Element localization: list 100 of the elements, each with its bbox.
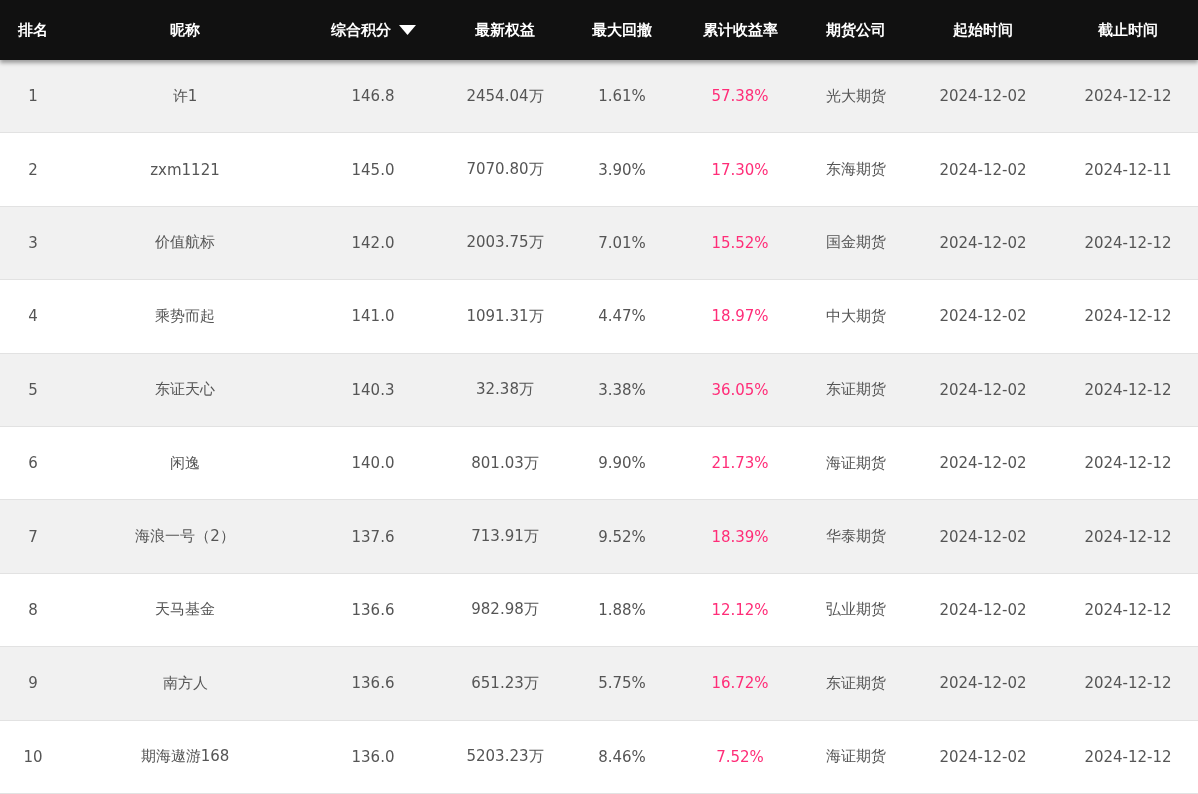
- end-date-cell: 2024-12-12: [1084, 380, 1172, 399]
- column-header[interactable]: 最新权益: [475, 20, 535, 40]
- end-date-cell: 2024-12-12: [1084, 454, 1172, 473]
- company-cell: 东海期货: [826, 160, 886, 180]
- end-date-cell: 2024-12-12: [1084, 307, 1172, 326]
- column-header[interactable]: 综合积分: [330, 20, 391, 40]
- rank-cell: 2: [28, 160, 38, 179]
- start-date-cell: 2024-12-02: [939, 454, 1027, 473]
- drawdown-cell: 8.46%: [598, 747, 646, 766]
- company-cell: 东证期货: [826, 673, 886, 693]
- end-date-cell: 2024-12-12: [1084, 747, 1172, 766]
- return-cell: 36.05%: [711, 380, 769, 399]
- drawdown-cell: 1.88%: [598, 600, 646, 619]
- rank-cell: 5: [28, 380, 38, 399]
- column-header[interactable]: 排名: [18, 20, 48, 40]
- equity-cell: 7070.80万: [466, 160, 544, 180]
- nickname-cell: 东证天心: [155, 380, 215, 400]
- start-date-cell: 2024-12-02: [939, 307, 1027, 326]
- company-cell: 海证期货: [826, 453, 886, 473]
- nickname-cell: 价值航标: [155, 233, 215, 253]
- return-cell: 57.38%: [711, 87, 769, 106]
- nickname-cell: zxm1121: [150, 160, 220, 179]
- equity-cell: 2003.75万: [466, 233, 544, 253]
- drawdown-cell: 1.61%: [598, 87, 646, 106]
- score-cell: 136.0: [351, 747, 395, 766]
- drawdown-cell: 7.01%: [598, 233, 646, 252]
- start-date-cell: 2024-12-02: [939, 233, 1027, 252]
- end-date-cell: 2024-12-12: [1084, 600, 1172, 619]
- equity-cell: 713.91万: [471, 527, 539, 547]
- return-cell: 7.52%: [716, 747, 764, 766]
- score-cell: 140.3: [351, 380, 395, 399]
- return-cell: 15.52%: [711, 233, 769, 252]
- rank-cell: 4: [28, 307, 38, 326]
- equity-cell: 5203.23万: [466, 747, 544, 767]
- rank-cell: 9: [28, 674, 38, 693]
- end-date-cell: 2024-12-11: [1084, 160, 1172, 179]
- nickname-cell: 天马基金: [155, 600, 215, 620]
- column-header[interactable]: 期货公司: [826, 20, 886, 40]
- drawdown-cell: 9.52%: [598, 527, 646, 546]
- end-date-cell: 2024-12-12: [1084, 674, 1172, 693]
- start-date-cell: 2024-12-02: [939, 747, 1027, 766]
- score-cell: 137.6: [351, 527, 395, 546]
- return-cell: 17.30%: [711, 160, 769, 179]
- score-cell: 145.0: [351, 160, 395, 179]
- score-cell: 136.6: [351, 600, 395, 619]
- start-date-cell: 2024-12-02: [939, 527, 1027, 546]
- company-cell: 中大期货: [826, 306, 886, 326]
- return-cell: 21.73%: [711, 454, 769, 473]
- drawdown-cell: 5.75%: [598, 674, 646, 693]
- equity-cell: 2454.04万: [466, 86, 544, 106]
- column-header[interactable]: 昵称: [170, 20, 200, 40]
- rank-cell: 6: [28, 454, 38, 473]
- score-cell: 146.8: [351, 87, 395, 106]
- company-cell: 华泰期货: [826, 527, 886, 547]
- column-header[interactable]: 累计收益率: [702, 20, 778, 40]
- drawdown-cell: 3.90%: [598, 160, 646, 179]
- drawdown-cell: 3.38%: [598, 380, 646, 399]
- company-cell: 国金期货: [826, 233, 886, 253]
- start-date-cell: 2024-12-02: [939, 600, 1027, 619]
- drawdown-cell: 9.90%: [598, 454, 646, 473]
- nickname-cell: 南方人: [162, 673, 208, 693]
- score-cell: 140.0: [351, 454, 395, 473]
- company-cell: 光大期货: [826, 86, 886, 106]
- return-cell: 12.12%: [711, 600, 769, 619]
- drawdown-cell: 4.47%: [598, 307, 646, 326]
- equity-cell: 651.23万: [471, 673, 539, 693]
- nickname-cell: 乘势而起: [155, 306, 215, 326]
- column-header[interactable]: 起始时间: [953, 20, 1013, 40]
- column-header[interactable]: 最大回撤: [592, 20, 652, 40]
- score-cell: 142.0: [351, 233, 395, 252]
- nickname-cell: 期海遨游168: [140, 747, 230, 767]
- nickname-cell: 海浪一号（2）: [135, 527, 235, 547]
- company-cell: 东证期货: [826, 380, 886, 400]
- rank-cell: 1: [28, 87, 38, 106]
- end-date-cell: 2024-12-12: [1084, 87, 1172, 106]
- company-cell: 弘业期货: [826, 600, 886, 620]
- return-cell: 18.39%: [711, 527, 769, 546]
- column-header[interactable]: 截止时间: [1098, 20, 1158, 40]
- equity-cell: 801.03万: [471, 453, 539, 473]
- equity-cell: 1091.31万: [466, 306, 544, 326]
- start-date-cell: 2024-12-02: [939, 380, 1027, 399]
- nickname-cell: 闲逸: [170, 453, 200, 473]
- score-cell: 141.0: [351, 307, 395, 326]
- equity-cell: 32.38万: [476, 380, 534, 400]
- return-cell: 18.97%: [711, 307, 769, 326]
- start-date-cell: 2024-12-02: [939, 87, 1027, 106]
- start-date-cell: 2024-12-02: [939, 674, 1027, 693]
- rank-cell: 10: [23, 747, 43, 766]
- rank-cell: 8: [28, 600, 38, 619]
- score-cell: 136.6: [351, 674, 395, 693]
- nickname-cell: 许1: [172, 86, 198, 106]
- return-cell: 16.72%: [711, 674, 769, 693]
- rank-cell: 7: [28, 527, 38, 546]
- equity-cell: 982.98万: [471, 600, 539, 620]
- end-date-cell: 2024-12-12: [1084, 527, 1172, 546]
- company-cell: 海证期货: [826, 747, 886, 767]
- sort-descending-icon[interactable]: [398, 25, 416, 35]
- end-date-cell: 2024-12-12: [1084, 233, 1172, 252]
- rank-cell: 3: [28, 233, 38, 252]
- start-date-cell: 2024-12-02: [939, 160, 1027, 179]
